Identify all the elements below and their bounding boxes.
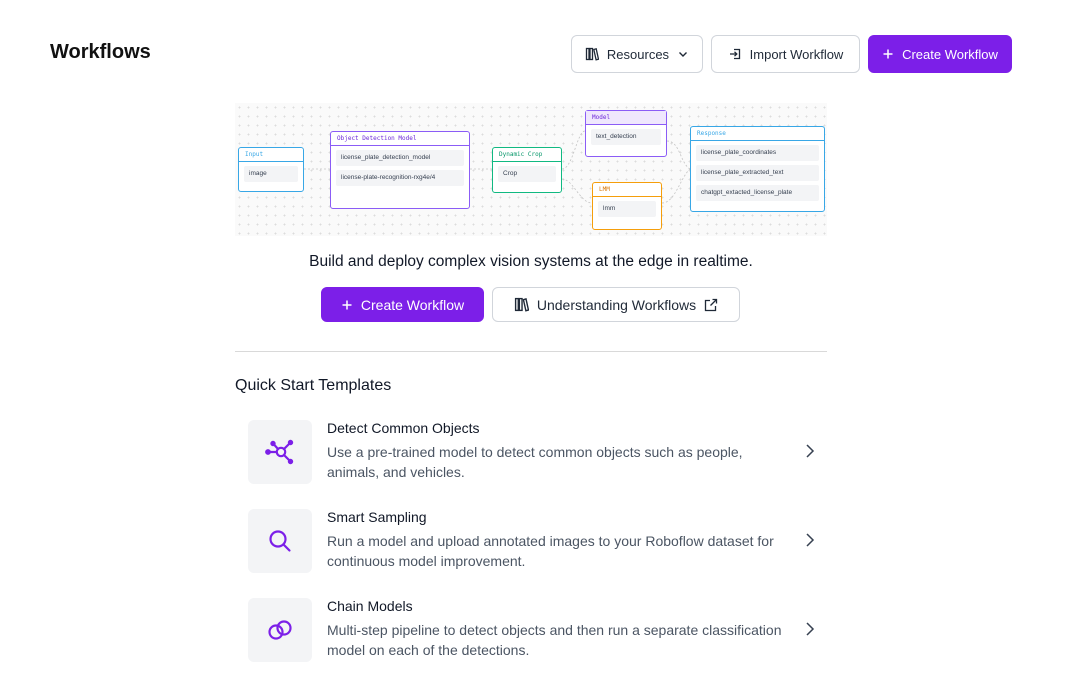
dynamic-crop-node-title: Dynamic Crop: [493, 148, 561, 162]
section-divider: [235, 351, 827, 352]
import-workflow-label: Import Workflow: [749, 46, 844, 62]
create-workflow-header-button[interactable]: Create Workflow: [868, 35, 1012, 73]
template-title: Chain Models: [327, 598, 413, 614]
detection-nodes-icon: [248, 420, 312, 484]
page-title: Workflows: [50, 41, 151, 63]
template-title: Detect Common Objects: [327, 420, 480, 436]
template-card-chain-models[interactable]: Chain Models Multi-step pipeline to dete…: [248, 598, 826, 662]
response-node-title: Response: [691, 127, 824, 141]
external-link-icon: [704, 298, 718, 311]
dynamic-crop-node-row: Crop: [498, 166, 556, 182]
create-workflow-label: Create Workflow: [902, 46, 998, 62]
template-description: Run a model and upload annotated images …: [327, 533, 774, 569]
object-detection-node-title: Object Detection Model: [331, 132, 469, 146]
hero-tagline: Build and deploy complex vision systems …: [309, 253, 753, 270]
response-node-row: chatgpt_extacted_license_plate: [696, 185, 819, 201]
template-card-detect-common-objects[interactable]: Detect Common Objects Use a pre-trained …: [248, 420, 826, 484]
chevron-right-icon: [806, 444, 815, 458]
plus-icon: [342, 300, 352, 309]
template-description: Multi-step pipeline to detect objects an…: [327, 622, 782, 658]
workflow-diagram: Input image Object Detection Model licen…: [235, 103, 827, 236]
input-node-row: image: [244, 166, 298, 182]
search-icon: [248, 509, 312, 573]
link-icon: [248, 598, 312, 662]
understanding-workflows-label: Understanding Workflows: [536, 296, 697, 313]
model-node-row: text_detection: [591, 129, 661, 145]
input-node-title: Input: [239, 148, 303, 162]
books-icon: [514, 297, 529, 312]
input-node: Input image: [238, 147, 304, 192]
response-node-row: license_plate_coordinates: [696, 145, 819, 161]
resources-label: Resources: [606, 46, 670, 62]
dynamic-crop-node: Dynamic Crop Crop: [492, 147, 562, 193]
create-workflow-button[interactable]: Create Workflow: [321, 287, 484, 322]
object-detection-node-row: license_plate_detection_model: [336, 150, 464, 166]
lmm-node-row: lmm: [598, 201, 656, 217]
create-workflow-label: Create Workflow: [360, 296, 465, 313]
understanding-workflows-button[interactable]: Understanding Workflows: [492, 287, 740, 322]
template-card-smart-sampling[interactable]: Smart Sampling Run a model and upload an…: [248, 509, 826, 573]
quick-start-title: Quick Start Templates: [235, 377, 392, 394]
books-icon: [585, 47, 599, 61]
object-detection-node: Object Detection Model license_plate_det…: [330, 131, 470, 209]
resources-button[interactable]: Resources: [571, 35, 703, 73]
chevron-right-icon: [806, 622, 815, 636]
lmm-node: LMM lmm: [592, 182, 662, 230]
model-node-title: Model: [586, 111, 666, 125]
lmm-node-title: LMM: [593, 183, 661, 197]
import-icon: [729, 48, 740, 60]
response-node-row: license_plate_extracted_text: [696, 165, 819, 181]
chevron-right-icon: [806, 533, 815, 547]
object-detection-node-row: license-plate-recognition-rxg4e/4: [336, 170, 464, 186]
model-node: Model text_detection: [585, 110, 667, 157]
chevron-down-icon: [679, 52, 688, 57]
import-workflow-button[interactable]: Import Workflow: [711, 35, 860, 73]
plus-icon: [883, 49, 893, 59]
template-title: Smart Sampling: [327, 509, 427, 525]
response-node: Response license_plate_coordinates licen…: [690, 126, 825, 212]
template-description: Use a pre-trained model to detect common…: [327, 444, 743, 480]
